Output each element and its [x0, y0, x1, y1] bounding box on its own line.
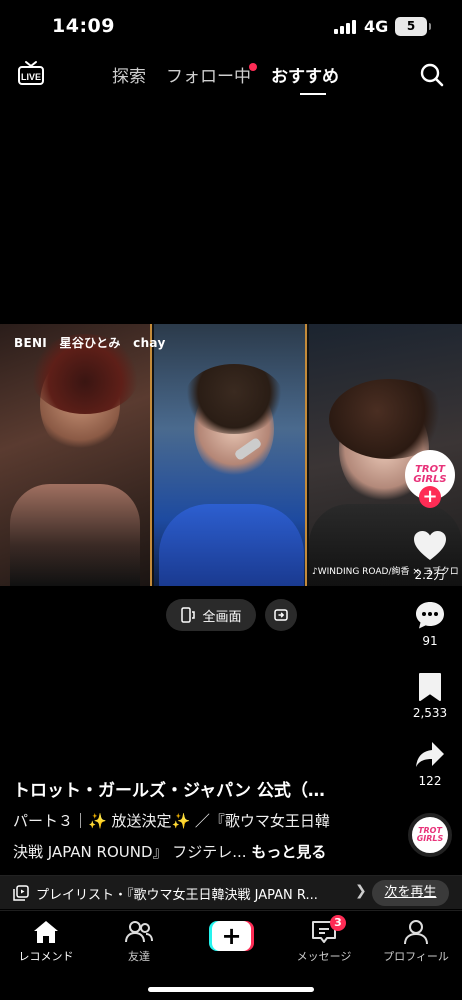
- repost-icon: [274, 609, 288, 621]
- video-title[interactable]: トロット・ガールズ・ジャパン 公式（…: [13, 776, 325, 801]
- performer-names: BENI 星谷ひとみ chay: [14, 334, 174, 351]
- notification-dot: [249, 63, 257, 71]
- playlist-title: プレイリスト・『歌ウマ女王日韓決戦 JAPAN R...: [36, 888, 318, 903]
- video-panel-center: [154, 324, 307, 586]
- play-next-button[interactable]: 次を再生: [372, 880, 449, 906]
- video-player[interactable]: BENI 星谷ひとみ chay ♪WINDING ROAD/絢香 × コブクロ: [0, 324, 462, 586]
- performer-name: 星谷ひとみ: [59, 336, 121, 350]
- tab-for-you[interactable]: おすすめ: [271, 62, 339, 87]
- live-tv-icon[interactable]: LIVE: [17, 60, 45, 86]
- performer-name: BENI: [14, 336, 48, 350]
- disc-logo: TROT GIRLS: [416, 826, 444, 843]
- home-icon: [34, 921, 58, 943]
- svg-text:LIVE: LIVE: [21, 72, 41, 82]
- share-count: 122: [418, 774, 442, 788]
- chevron-right-icon: ❯: [355, 883, 367, 899]
- follow-button[interactable]: +: [419, 486, 441, 508]
- video-description-line2: 決戦 JAPAN ROUND』 フジテレ... もっと見る: [13, 843, 327, 861]
- battery-icon: 5: [395, 17, 431, 36]
- fullscreen-icon: [181, 607, 196, 623]
- profile-icon: [404, 920, 428, 945]
- signal-icon: [334, 19, 356, 34]
- avatar-logo: TROT GIRLS: [413, 464, 447, 485]
- share-icon: [416, 742, 444, 767]
- feed-tabs: 探索 フォロー中 おすすめ: [112, 62, 339, 87]
- like-button[interactable]: 2.2万: [405, 530, 455, 583]
- repost-button[interactable]: [265, 599, 297, 631]
- top-nav: LIVE 探索 フォロー中 おすすめ: [0, 55, 462, 99]
- home-indicator: [148, 987, 314, 992]
- nav-recommend[interactable]: レコメンド: [6, 919, 86, 964]
- nav-messages[interactable]: メッセージ: [284, 919, 364, 964]
- playlist-icon: [13, 885, 29, 901]
- video-description-line1: パート３｜✨ 放送決定✨ ／『歌ウマ女王日韓: [13, 812, 330, 830]
- see-more-link[interactable]: もっと見る: [251, 843, 326, 861]
- create-button[interactable]: +: [209, 921, 254, 951]
- like-count: 2.2万: [414, 568, 446, 582]
- fullscreen-button[interactable]: 全画面: [166, 599, 256, 631]
- save-button[interactable]: 2,533: [405, 672, 455, 720]
- music-disc[interactable]: TROT GIRLS: [408, 813, 452, 857]
- status-time: 14:09: [52, 15, 115, 37]
- tab-following[interactable]: フォロー中: [166, 62, 257, 87]
- comment-count: 91: [422, 634, 438, 648]
- message-badge: 3: [330, 915, 346, 931]
- comment-button[interactable]: 91: [405, 600, 455, 648]
- tab-explore[interactable]: 探索: [112, 62, 146, 87]
- search-icon[interactable]: [419, 62, 445, 88]
- performer-name: chay: [133, 336, 166, 350]
- active-tab-indicator: [300, 93, 326, 95]
- share-button[interactable]: 122: [405, 740, 455, 788]
- playlist-bar[interactable]: プレイリスト・『歌ウマ女王日韓決戦 JAPAN R... ❯ 次を再生: [0, 875, 462, 909]
- friends-icon: [125, 921, 153, 943]
- bookmark-icon: [419, 673, 441, 701]
- network-type: 4G: [364, 17, 389, 36]
- save-count: 2,533: [412, 706, 448, 720]
- comment-icon: [416, 602, 444, 629]
- nav-profile[interactable]: プロフィール: [376, 919, 456, 964]
- fullscreen-label: 全画面: [202, 609, 242, 625]
- video-panel-left: [0, 324, 152, 586]
- plus-icon: +: [212, 921, 251, 951]
- heart-icon: [414, 531, 446, 560]
- nav-friends[interactable]: 友達: [99, 919, 179, 964]
- status-bar: 14:09 4G 5: [0, 0, 462, 54]
